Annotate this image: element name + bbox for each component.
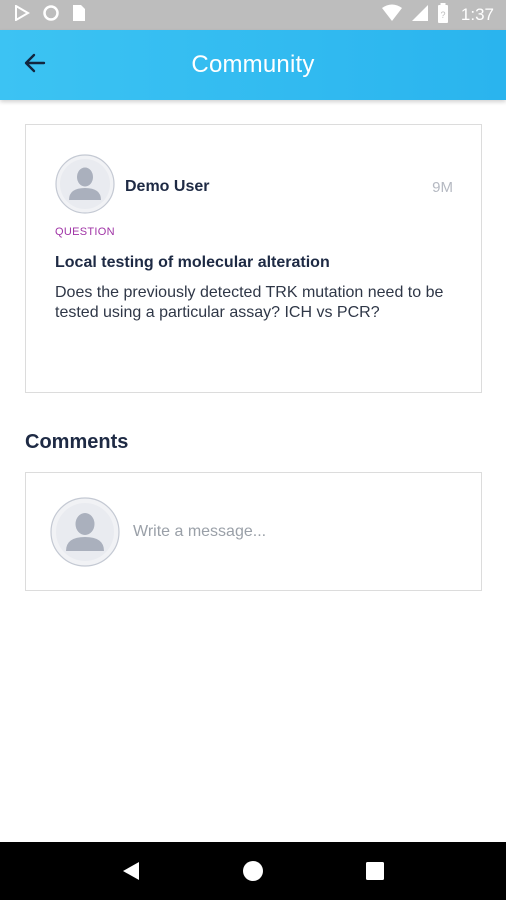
wifi-icon bbox=[381, 4, 403, 27]
user-avatar-icon[interactable] bbox=[55, 154, 115, 214]
comment-input[interactable] bbox=[133, 518, 463, 546]
svg-text:?: ? bbox=[440, 10, 445, 20]
community-screen: ? 1:37 Community Demo User 9M QUESTION L… bbox=[0, 0, 506, 900]
circle-notification-icon bbox=[42, 4, 60, 27]
home-circle-icon[interactable] bbox=[233, 851, 273, 891]
page-title: Community bbox=[191, 51, 315, 78]
post-card[interactable]: Demo User 9M QUESTION Local testing of m… bbox=[25, 124, 482, 393]
post-body: Does the previously detected TRK mutatio… bbox=[55, 284, 444, 321]
recents-square-icon[interactable] bbox=[355, 851, 395, 891]
back-triangle-icon[interactable] bbox=[111, 851, 151, 891]
signal-icon bbox=[411, 4, 429, 27]
comment-composer bbox=[25, 472, 482, 591]
status-right-icons: ? 1:37 bbox=[381, 2, 494, 28]
arrow-left-icon bbox=[23, 51, 47, 80]
post-author[interactable]: Demo User bbox=[125, 178, 209, 196]
back-button[interactable] bbox=[18, 48, 52, 82]
status-bar: ? 1:37 bbox=[0, 0, 506, 30]
app-bar: Community bbox=[0, 30, 506, 100]
status-time: 1:37 bbox=[460, 5, 494, 24]
status-left-icons bbox=[14, 3, 86, 27]
sim-card-icon bbox=[72, 4, 86, 27]
system-nav-bar bbox=[0, 842, 506, 900]
comments-heading: Comments bbox=[25, 431, 129, 453]
post-time: 9M bbox=[432, 179, 453, 196]
post-tag: QUESTION bbox=[55, 226, 115, 238]
user-avatar-icon bbox=[50, 497, 120, 567]
play-store-icon bbox=[14, 3, 30, 26]
battery-icon: ? bbox=[437, 2, 449, 28]
post-title: Local testing of molecular alteration bbox=[55, 254, 330, 271]
